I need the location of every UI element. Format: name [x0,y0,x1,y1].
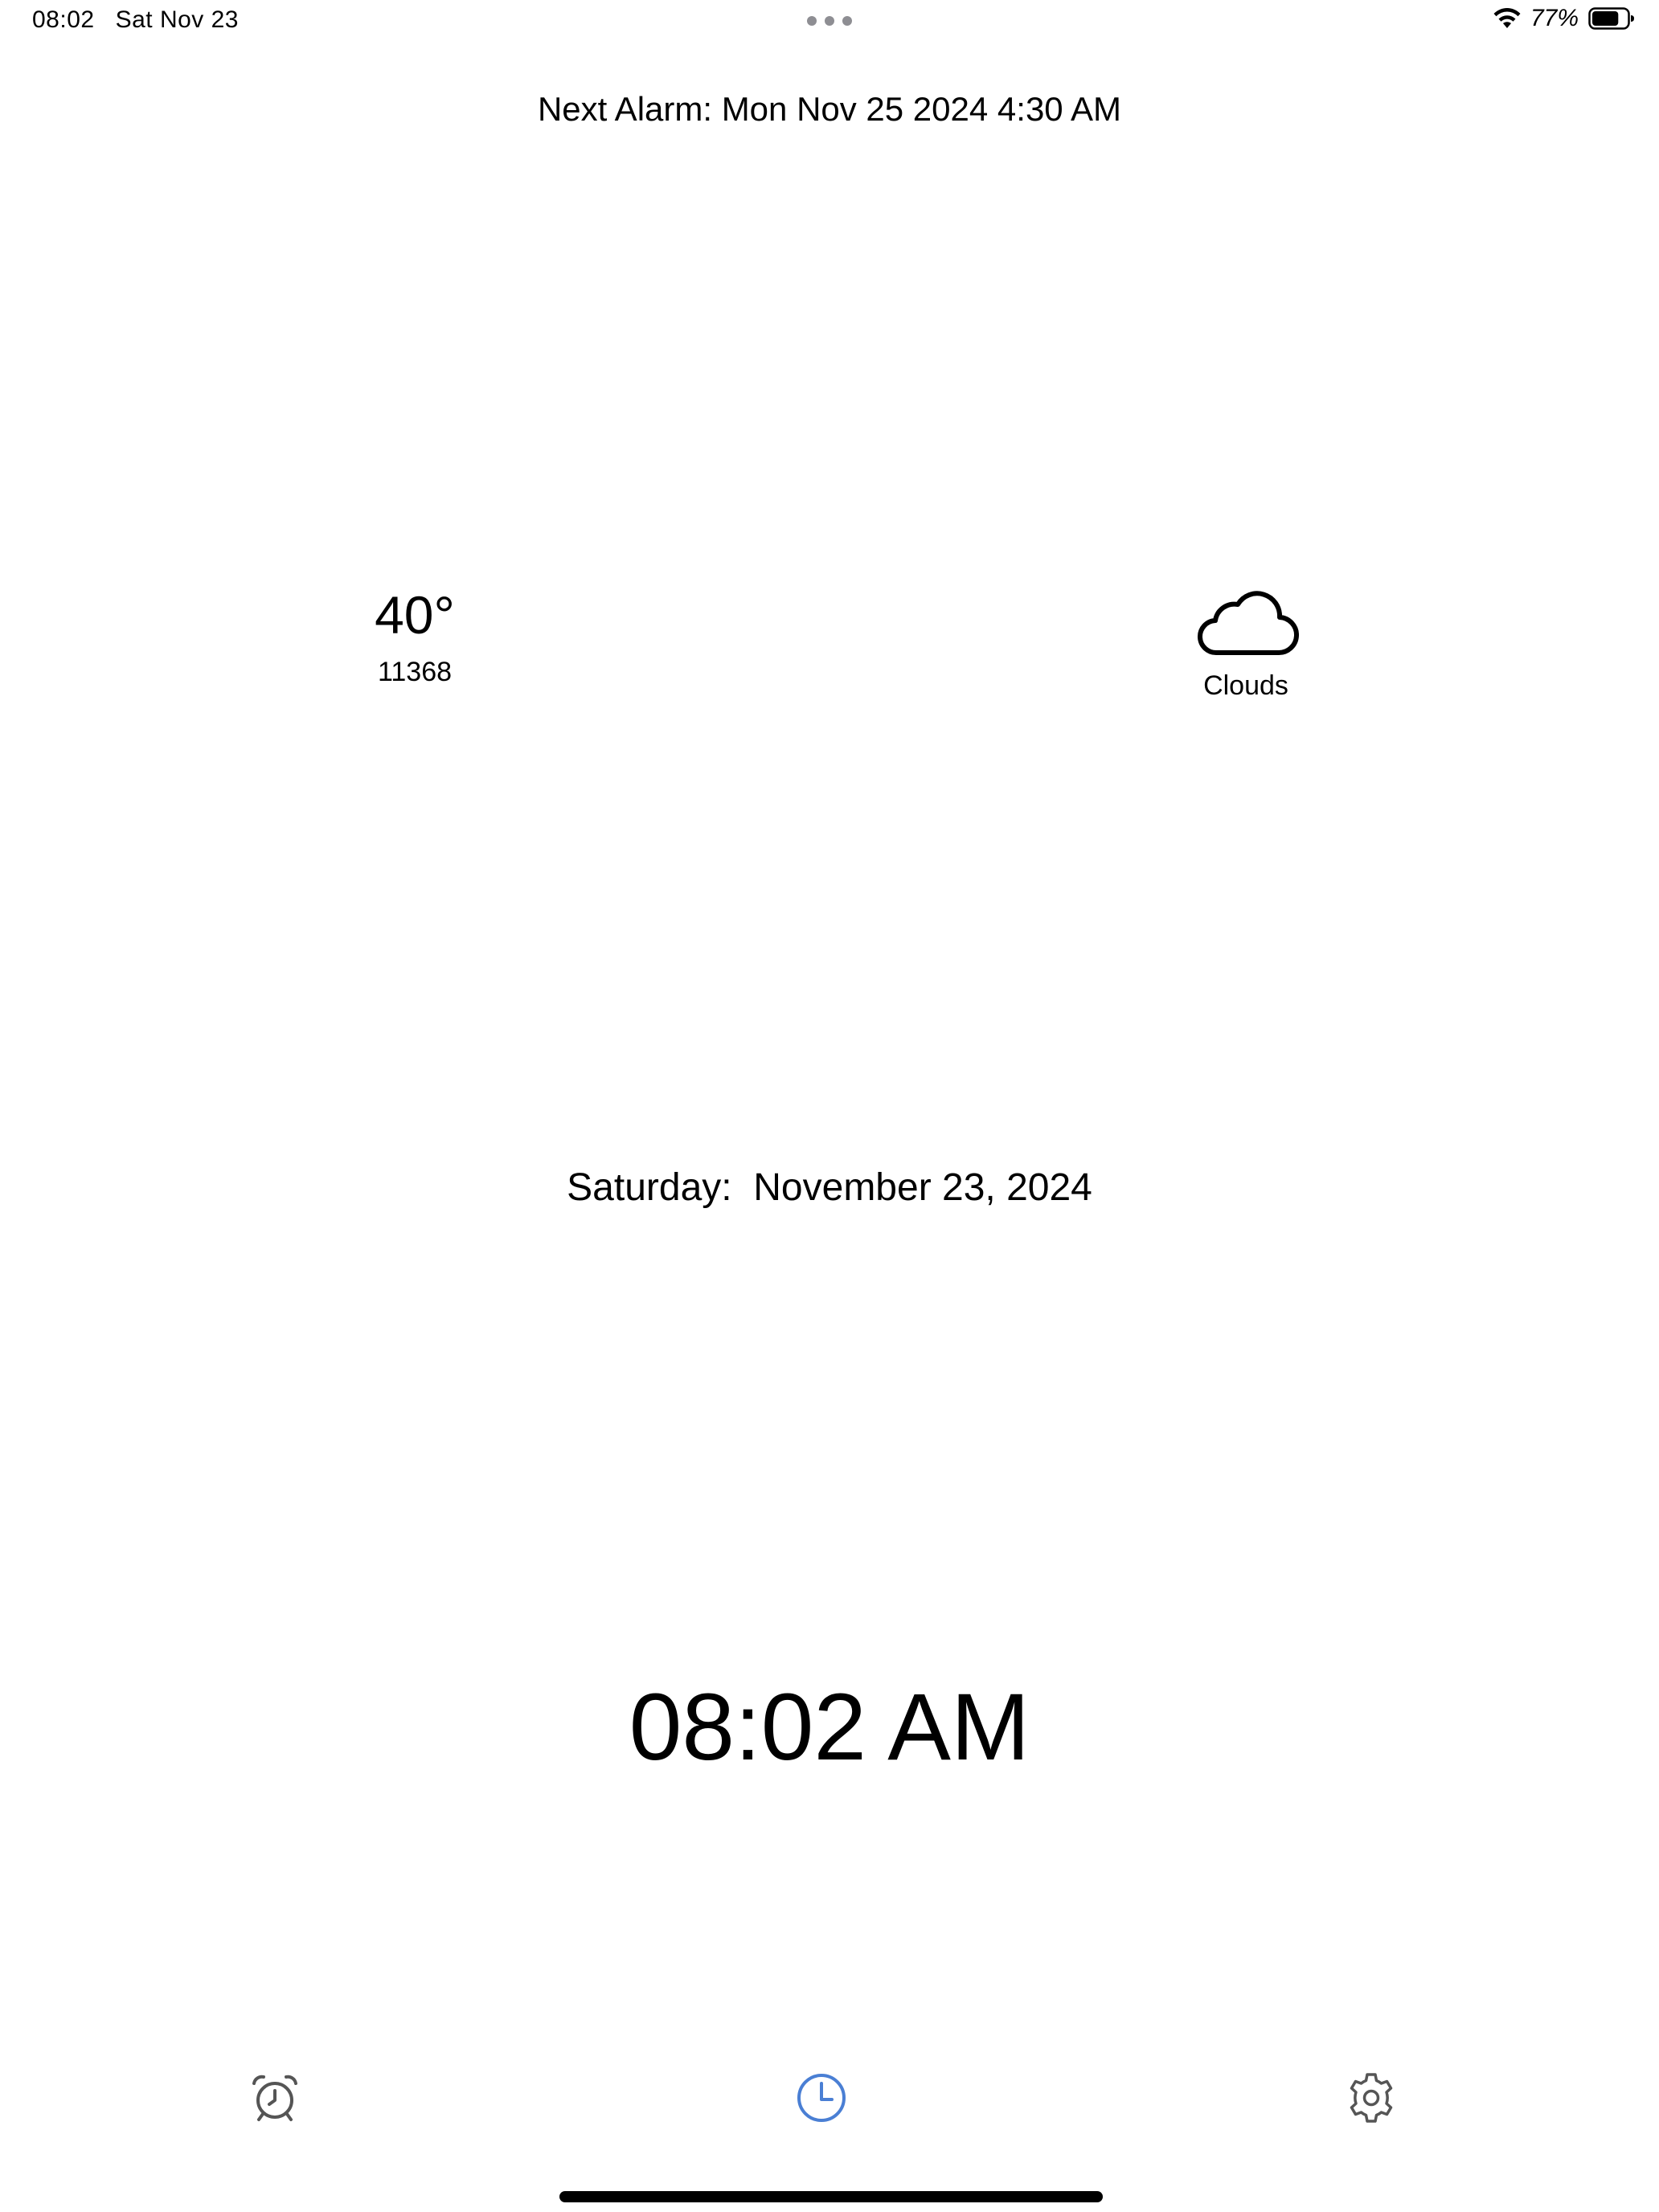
wifi-icon [1493,8,1521,28]
home-indicator[interactable] [559,2191,1103,2202]
dot [807,16,817,26]
gear-icon [1350,2073,1393,2123]
next-alarm-label: Next Alarm: Mon Nov 25 2024 4:30 AM [537,90,1122,128]
tab-clock[interactable] [789,2066,854,2130]
date-label: Saturday: November 23, 2024 [567,1166,1092,1209]
status-bar-left: 08:02 Sat Nov 23 [32,6,239,34]
tab-alarms[interactable] [243,2066,307,2130]
dot [842,16,852,26]
status-date: Sat Nov 23 [115,6,239,33]
alarm-clock-icon [252,2075,297,2121]
weather-condition: Clouds [1203,670,1288,701]
battery-percent: 77% [1530,5,1579,31]
temperature: 40° [375,585,455,645]
current-time: 08:02 AM [629,1674,1030,1780]
status-time: 08:02 [32,6,95,33]
multitasking-dots[interactable] [807,16,852,27]
status-bar-right: 77% [1492,5,1635,32]
weather-code: 11368 [377,657,453,687]
tab-settings[interactable] [1339,2066,1403,2130]
dot [825,16,834,26]
cloud-icon [1197,591,1299,656]
clock-icon [797,2074,846,2122]
battery-icon [1588,7,1634,30]
